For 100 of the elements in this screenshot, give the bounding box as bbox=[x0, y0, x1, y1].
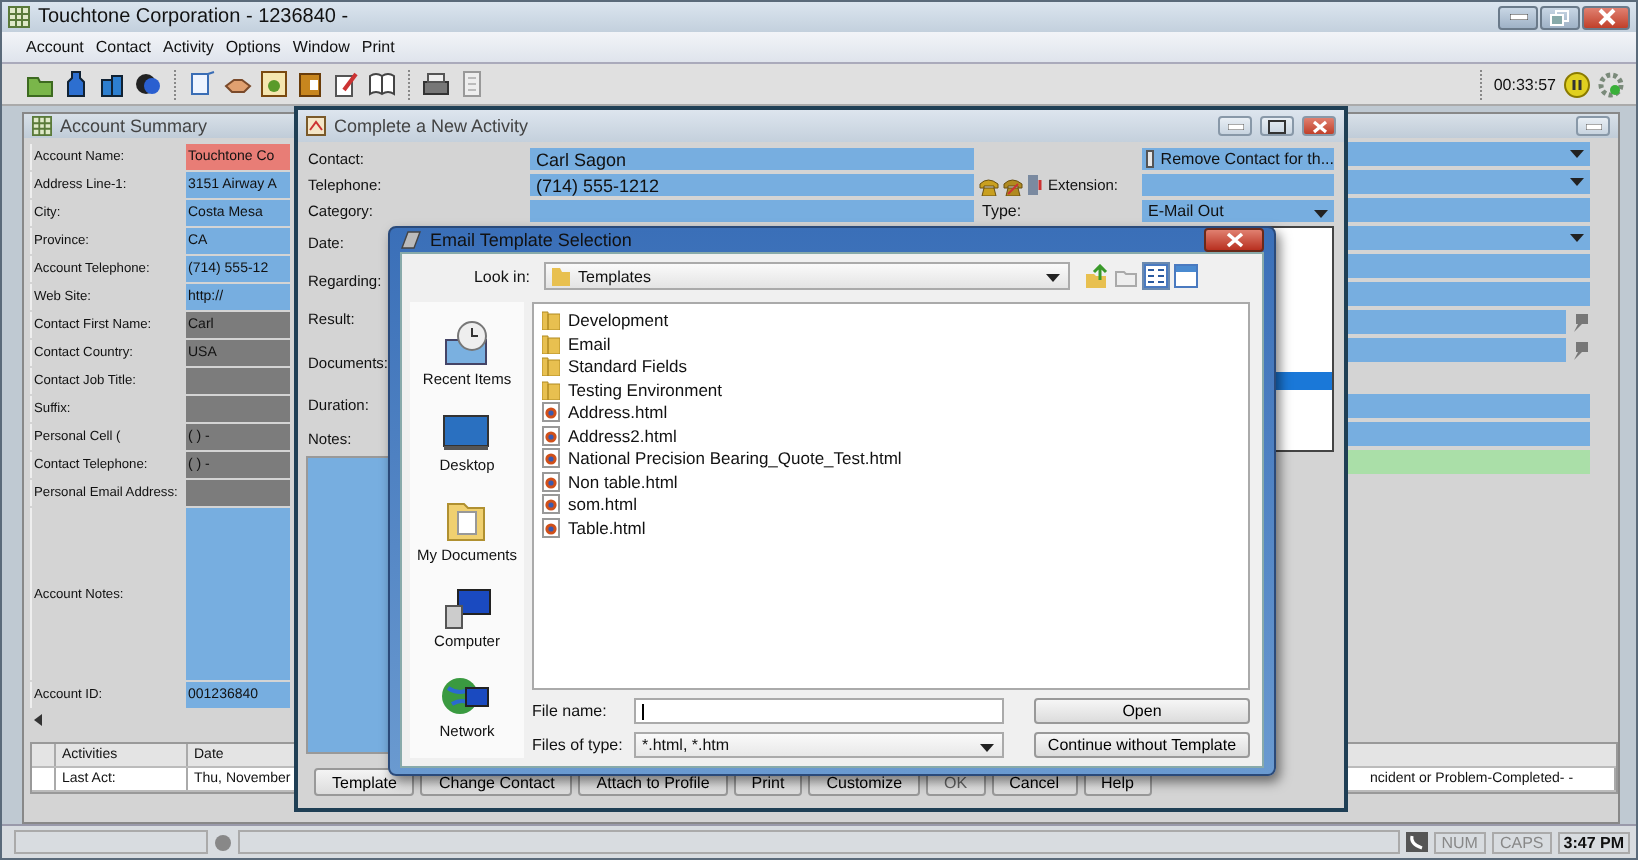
phone-icon[interactable] bbox=[978, 175, 1000, 195]
file-item[interactable]: Testing Environment bbox=[542, 379, 1240, 399]
input-field[interactable] bbox=[186, 508, 290, 680]
phone-icon[interactable] bbox=[1002, 175, 1024, 195]
input-field[interactable] bbox=[186, 368, 290, 394]
menu-item[interactable]: Options bbox=[225, 38, 281, 56]
menu-item[interactable]: Print bbox=[361, 38, 395, 56]
maximize-button[interactable] bbox=[1260, 116, 1294, 136]
dropdown-arrow-icon[interactable] bbox=[1570, 178, 1584, 186]
close-button[interactable] bbox=[1204, 228, 1264, 252]
input-field[interactable] bbox=[1142, 174, 1334, 196]
open-button[interactable]: Open bbox=[1034, 698, 1250, 724]
web-file-icon bbox=[542, 448, 560, 468]
folder-icon bbox=[542, 379, 560, 399]
file-name-field[interactable] bbox=[634, 698, 1004, 724]
input-field[interactable]: (714) 555-1212 bbox=[530, 174, 974, 196]
panel-title: Account Summary bbox=[60, 116, 208, 136]
timer-text: 00:33:57 bbox=[1493, 75, 1556, 93]
menu-item[interactable]: Activity bbox=[162, 38, 214, 56]
minimize-icon bbox=[1585, 123, 1601, 129]
input-field[interactable] bbox=[1348, 142, 1590, 166]
phone-icon bbox=[1405, 832, 1428, 852]
file-item[interactable]: Address2.html bbox=[542, 425, 1240, 445]
field-label: File name: bbox=[532, 702, 609, 720]
file-item[interactable]: som.html bbox=[542, 494, 1240, 514]
close-button[interactable] bbox=[1582, 5, 1630, 29]
web-file-icon bbox=[542, 471, 560, 491]
scroll-left-icon[interactable] bbox=[34, 714, 44, 726]
input-field[interactable]: Carl Sagon bbox=[530, 148, 974, 170]
restore-button[interactable] bbox=[1540, 5, 1580, 29]
mobile-phone-icon[interactable] bbox=[1026, 174, 1044, 196]
field-label: Type: bbox=[980, 200, 1024, 222]
field-label: Files of type: bbox=[532, 736, 625, 754]
menu-item[interactable]: Account bbox=[26, 38, 84, 56]
dropdown-field[interactable] bbox=[530, 200, 974, 222]
restore-icon bbox=[1550, 9, 1570, 25]
input-field[interactable] bbox=[1348, 394, 1590, 418]
monitor-icon bbox=[440, 410, 493, 455]
web-file-icon bbox=[542, 494, 560, 514]
book-icon[interactable] bbox=[368, 70, 396, 98]
list-view-icon[interactable] bbox=[1144, 264, 1168, 288]
input-field[interactable] bbox=[186, 480, 290, 506]
file-item[interactable]: National Precision Bearing_Quote_Test.html bbox=[542, 448, 1240, 468]
folder-icon bbox=[542, 333, 560, 353]
input-field[interactable] bbox=[1348, 282, 1590, 306]
field-label: Look in: bbox=[471, 267, 530, 285]
dropdown-arrow-icon[interactable] bbox=[1570, 150, 1584, 158]
input-field[interactable] bbox=[1348, 226, 1590, 250]
file-type-dropdown[interactable]: *.html, *.htm bbox=[634, 732, 1004, 758]
menu-item[interactable]: Contact bbox=[95, 38, 151, 56]
file-item[interactable]: Standard Fields bbox=[542, 356, 1240, 376]
text-cursor bbox=[642, 703, 644, 719]
computer-icon bbox=[441, 585, 493, 630]
bottle-icon[interactable] bbox=[62, 70, 90, 98]
dialog-title: Complete a New Activity bbox=[334, 116, 529, 136]
file-item[interactable]: Email bbox=[542, 333, 1240, 353]
pause-icon[interactable] bbox=[1564, 71, 1590, 97]
input-field[interactable] bbox=[1348, 310, 1566, 334]
up-folder-icon[interactable] bbox=[1084, 264, 1108, 288]
file-item[interactable]: Non table.html bbox=[542, 471, 1240, 491]
status-dot-icon bbox=[214, 833, 232, 851]
type-dropdown[interactable]: E-Mail Out bbox=[1142, 200, 1334, 222]
note-icon[interactable] bbox=[188, 70, 216, 98]
maximize-icon bbox=[1268, 119, 1286, 133]
menu-item[interactable]: Window bbox=[292, 38, 350, 56]
dialog-title: Email Template Selection bbox=[430, 230, 632, 250]
input-field[interactable] bbox=[1348, 170, 1590, 194]
input-field[interactable] bbox=[186, 396, 290, 422]
dialog-button[interactable]: Template bbox=[314, 768, 415, 796]
input-field[interactable] bbox=[1348, 254, 1590, 278]
minimize-icon bbox=[1509, 14, 1527, 20]
status-indicator: NUM bbox=[1433, 831, 1486, 853]
web-file-icon bbox=[542, 425, 560, 445]
dropdown-arrow-icon bbox=[1314, 210, 1328, 218]
form-icon bbox=[306, 116, 326, 136]
file-item[interactable]: Table.html bbox=[542, 517, 1240, 537]
input-field[interactable] bbox=[1348, 422, 1590, 446]
minimize-icon bbox=[1227, 123, 1243, 129]
dropdown-arrow-icon bbox=[1046, 274, 1060, 282]
gear-icon[interactable] bbox=[1598, 71, 1624, 97]
continue-without-template-button[interactable]: Continue without Template bbox=[1034, 732, 1250, 758]
minimize-button[interactable] bbox=[1498, 5, 1538, 29]
pencil-icon[interactable] bbox=[332, 70, 360, 98]
remove-contact-checkbox[interactable]: Remove Contact for th... bbox=[1142, 148, 1334, 170]
status-indicator: CAPS bbox=[1491, 831, 1552, 853]
details-view-icon[interactable] bbox=[1174, 264, 1198, 288]
printer-icon[interactable] bbox=[422, 70, 450, 98]
look-in-dropdown[interactable]: Templates bbox=[544, 262, 1070, 290]
dropdown-arrow-icon[interactable] bbox=[1570, 234, 1584, 242]
file-item[interactable]: Address.html bbox=[542, 402, 1240, 422]
input-field[interactable] bbox=[1348, 198, 1590, 222]
close-button[interactable] bbox=[1302, 116, 1336, 136]
file-item[interactable]: Development bbox=[542, 310, 1240, 330]
input-field[interactable] bbox=[1348, 338, 1566, 362]
folder-icon bbox=[542, 310, 560, 330]
close-icon bbox=[1597, 8, 1615, 26]
input-field[interactable] bbox=[1348, 450, 1590, 474]
grid-icon bbox=[8, 6, 30, 28]
minimize-button[interactable] bbox=[1576, 116, 1610, 136]
folder-icon bbox=[542, 356, 560, 376]
